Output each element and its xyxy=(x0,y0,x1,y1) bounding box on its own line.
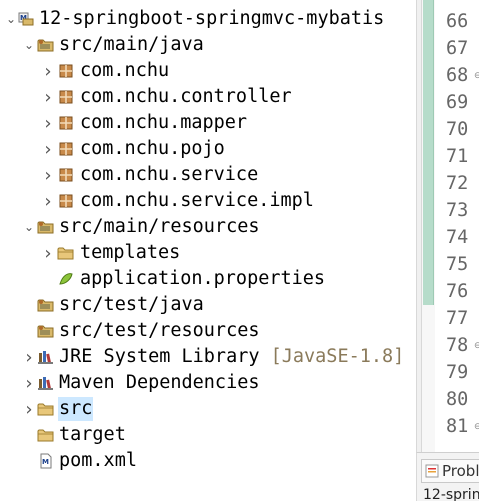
properties-file-icon xyxy=(57,266,75,292)
package-icon xyxy=(57,58,75,84)
tree-item-pkg-controller[interactable]: › com.nchu.controller xyxy=(0,84,416,110)
expand-arrow-down-icon[interactable]: ⌄ xyxy=(22,214,36,240)
problems-icon xyxy=(425,464,439,478)
tree-item-file-application-properties[interactable]: application.properties xyxy=(0,266,416,292)
tree-item-src-test-java[interactable]: src/test/java xyxy=(0,292,416,318)
scroll-indicator[interactable] xyxy=(423,0,434,305)
expand-arrow-right-icon[interactable]: › xyxy=(22,370,36,396)
source-folder-icon xyxy=(37,214,55,240)
svg-text:M: M xyxy=(42,458,49,466)
line-number: 74 xyxy=(446,227,469,248)
tree-item-maven-dependencies[interactable]: › Maven Dependencies xyxy=(0,370,416,396)
tree-item-label: com.nchu.controller xyxy=(80,86,292,107)
tree-item-label: 12-springboot-springmvc-mybatis xyxy=(39,8,385,29)
tree-item-label: com.nchu.mapper xyxy=(80,112,248,133)
expand-arrow-down-icon[interactable]: ⌄ xyxy=(22,32,36,58)
fold-toggle-icon[interactable]: ⊖ xyxy=(474,71,479,81)
problems-subtitle: 12-sprin xyxy=(423,487,479,501)
line-number: 66 xyxy=(446,11,469,32)
library-icon xyxy=(37,344,55,370)
line-number: 70 xyxy=(446,119,469,140)
expand-arrow-right-icon[interactable]: › xyxy=(41,136,55,162)
tree-item-decoration: [JavaSE-1.8] xyxy=(259,346,405,367)
tree-item-label: pom.xml xyxy=(59,450,137,471)
fold-toggle-icon[interactable]: ⊖ xyxy=(474,341,479,351)
tree-item-label: com.nchu.pojo xyxy=(80,138,225,159)
tree-item-src-main-resources[interactable]: ⌄ src/main/resources xyxy=(0,214,416,240)
tree-item-jre-library[interactable]: › JRE System Library [JavaSE-1.8] xyxy=(0,344,416,370)
expand-arrow-down-icon[interactable]: ⌄ xyxy=(4,6,18,32)
tree-item-src-main-java[interactable]: ⌄ src/main/java xyxy=(0,32,416,58)
line-number: 75 xyxy=(446,254,469,275)
tree-item-label: JRE System Library [JavaSE-1.8] xyxy=(59,346,405,367)
tree-item-pkg-mapper[interactable]: › com.nchu.mapper xyxy=(0,110,416,136)
expand-arrow-right-icon[interactable]: › xyxy=(41,84,55,110)
tree-item-pkg-service-impl[interactable]: › com.nchu.service.impl xyxy=(0,188,416,214)
package-icon xyxy=(57,110,75,136)
line-number: 77 xyxy=(446,308,469,329)
source-folder-icon xyxy=(37,292,55,318)
maven-project-icon: M xyxy=(17,6,35,32)
source-folder-icon xyxy=(37,318,55,344)
tree-item-pkg-pojo[interactable]: › com.nchu.pojo xyxy=(0,136,416,162)
tree-item-label: src/main/java xyxy=(59,34,204,55)
library-icon xyxy=(37,370,55,396)
folder-icon xyxy=(37,422,55,448)
expand-arrow-right-icon[interactable]: › xyxy=(41,58,55,84)
tree-item-pkg-service[interactable]: › com.nchu.service xyxy=(0,162,416,188)
expand-arrow-right-icon[interactable]: › xyxy=(41,240,55,266)
expand-arrow-right-icon[interactable]: › xyxy=(41,162,55,188)
tree-item-label: src/test/resources xyxy=(59,320,260,341)
tree-item-label: src xyxy=(58,397,94,421)
problems-view: Probl 12-sprin xyxy=(416,452,479,501)
tree-item-label: com.nchu.service.impl xyxy=(80,190,314,211)
tree-item-folder-templates[interactable]: › templates xyxy=(0,240,416,266)
tree-item-label: com.nchu xyxy=(80,60,170,81)
fold-toggle-icon[interactable]: ⊖ xyxy=(474,422,479,432)
tree-item-src-test-resources[interactable]: src/test/resources xyxy=(0,318,416,344)
tree-item-folder-src[interactable]: › src xyxy=(0,396,416,422)
tree-item-file-pom[interactable]: Mpom.xml xyxy=(0,448,416,474)
tree-item-pkg-com-nchu[interactable]: › com.nchu xyxy=(0,58,416,84)
package-icon xyxy=(57,136,75,162)
tree-item-project-root[interactable]: ⌄ M 12-springboot-springmvc-mybatis xyxy=(0,6,416,32)
xml-file-icon: M xyxy=(37,448,55,474)
package-icon xyxy=(57,162,75,188)
expand-arrow-right-icon[interactable]: › xyxy=(22,396,36,422)
line-number: 71 xyxy=(446,146,469,167)
tree-item-folder-target[interactable]: target xyxy=(0,422,416,448)
line-number: 76 xyxy=(446,281,469,302)
line-number: 69 xyxy=(446,92,469,113)
editor-gutter: 66 67 68 ⊖ 69 70 71 72 73 74 75 76 77 78 ⊖ 79 80 81 ⊖ xyxy=(422,0,479,452)
problems-tab[interactable]: Probl xyxy=(421,459,479,483)
tree-item-label: target xyxy=(59,424,126,445)
overview-ruler[interactable] xyxy=(422,0,435,452)
tree-item-label: src/main/resources xyxy=(59,216,260,237)
tree-item-label: Maven Dependencies xyxy=(59,372,260,393)
project-explorer: ⌄ M 12-springboot-springmvc-mybatis ⌄ src/ma… xyxy=(0,0,416,501)
problems-tab-label: Probl xyxy=(442,462,479,480)
line-number: 72 xyxy=(446,173,469,194)
package-icon xyxy=(57,188,75,214)
folder-icon xyxy=(37,396,55,422)
tree-item-label: com.nchu.service xyxy=(80,164,259,185)
package-icon xyxy=(57,84,75,110)
tree-item-label: templates xyxy=(80,242,181,263)
expand-arrow-right-icon[interactable]: › xyxy=(22,344,36,370)
tree-item-label: application.properties xyxy=(80,268,326,289)
source-folder-icon xyxy=(37,32,55,58)
folder-icon xyxy=(57,240,75,266)
tree-item-label: src/test/java xyxy=(59,294,204,315)
expand-arrow-right-icon[interactable]: › xyxy=(41,110,55,136)
line-number: 67 xyxy=(446,38,469,59)
line-number: 80 xyxy=(446,389,469,410)
line-number: 73 xyxy=(446,200,469,221)
line-number: 79 xyxy=(446,362,469,383)
expand-arrow-right-icon[interactable]: › xyxy=(41,188,55,214)
